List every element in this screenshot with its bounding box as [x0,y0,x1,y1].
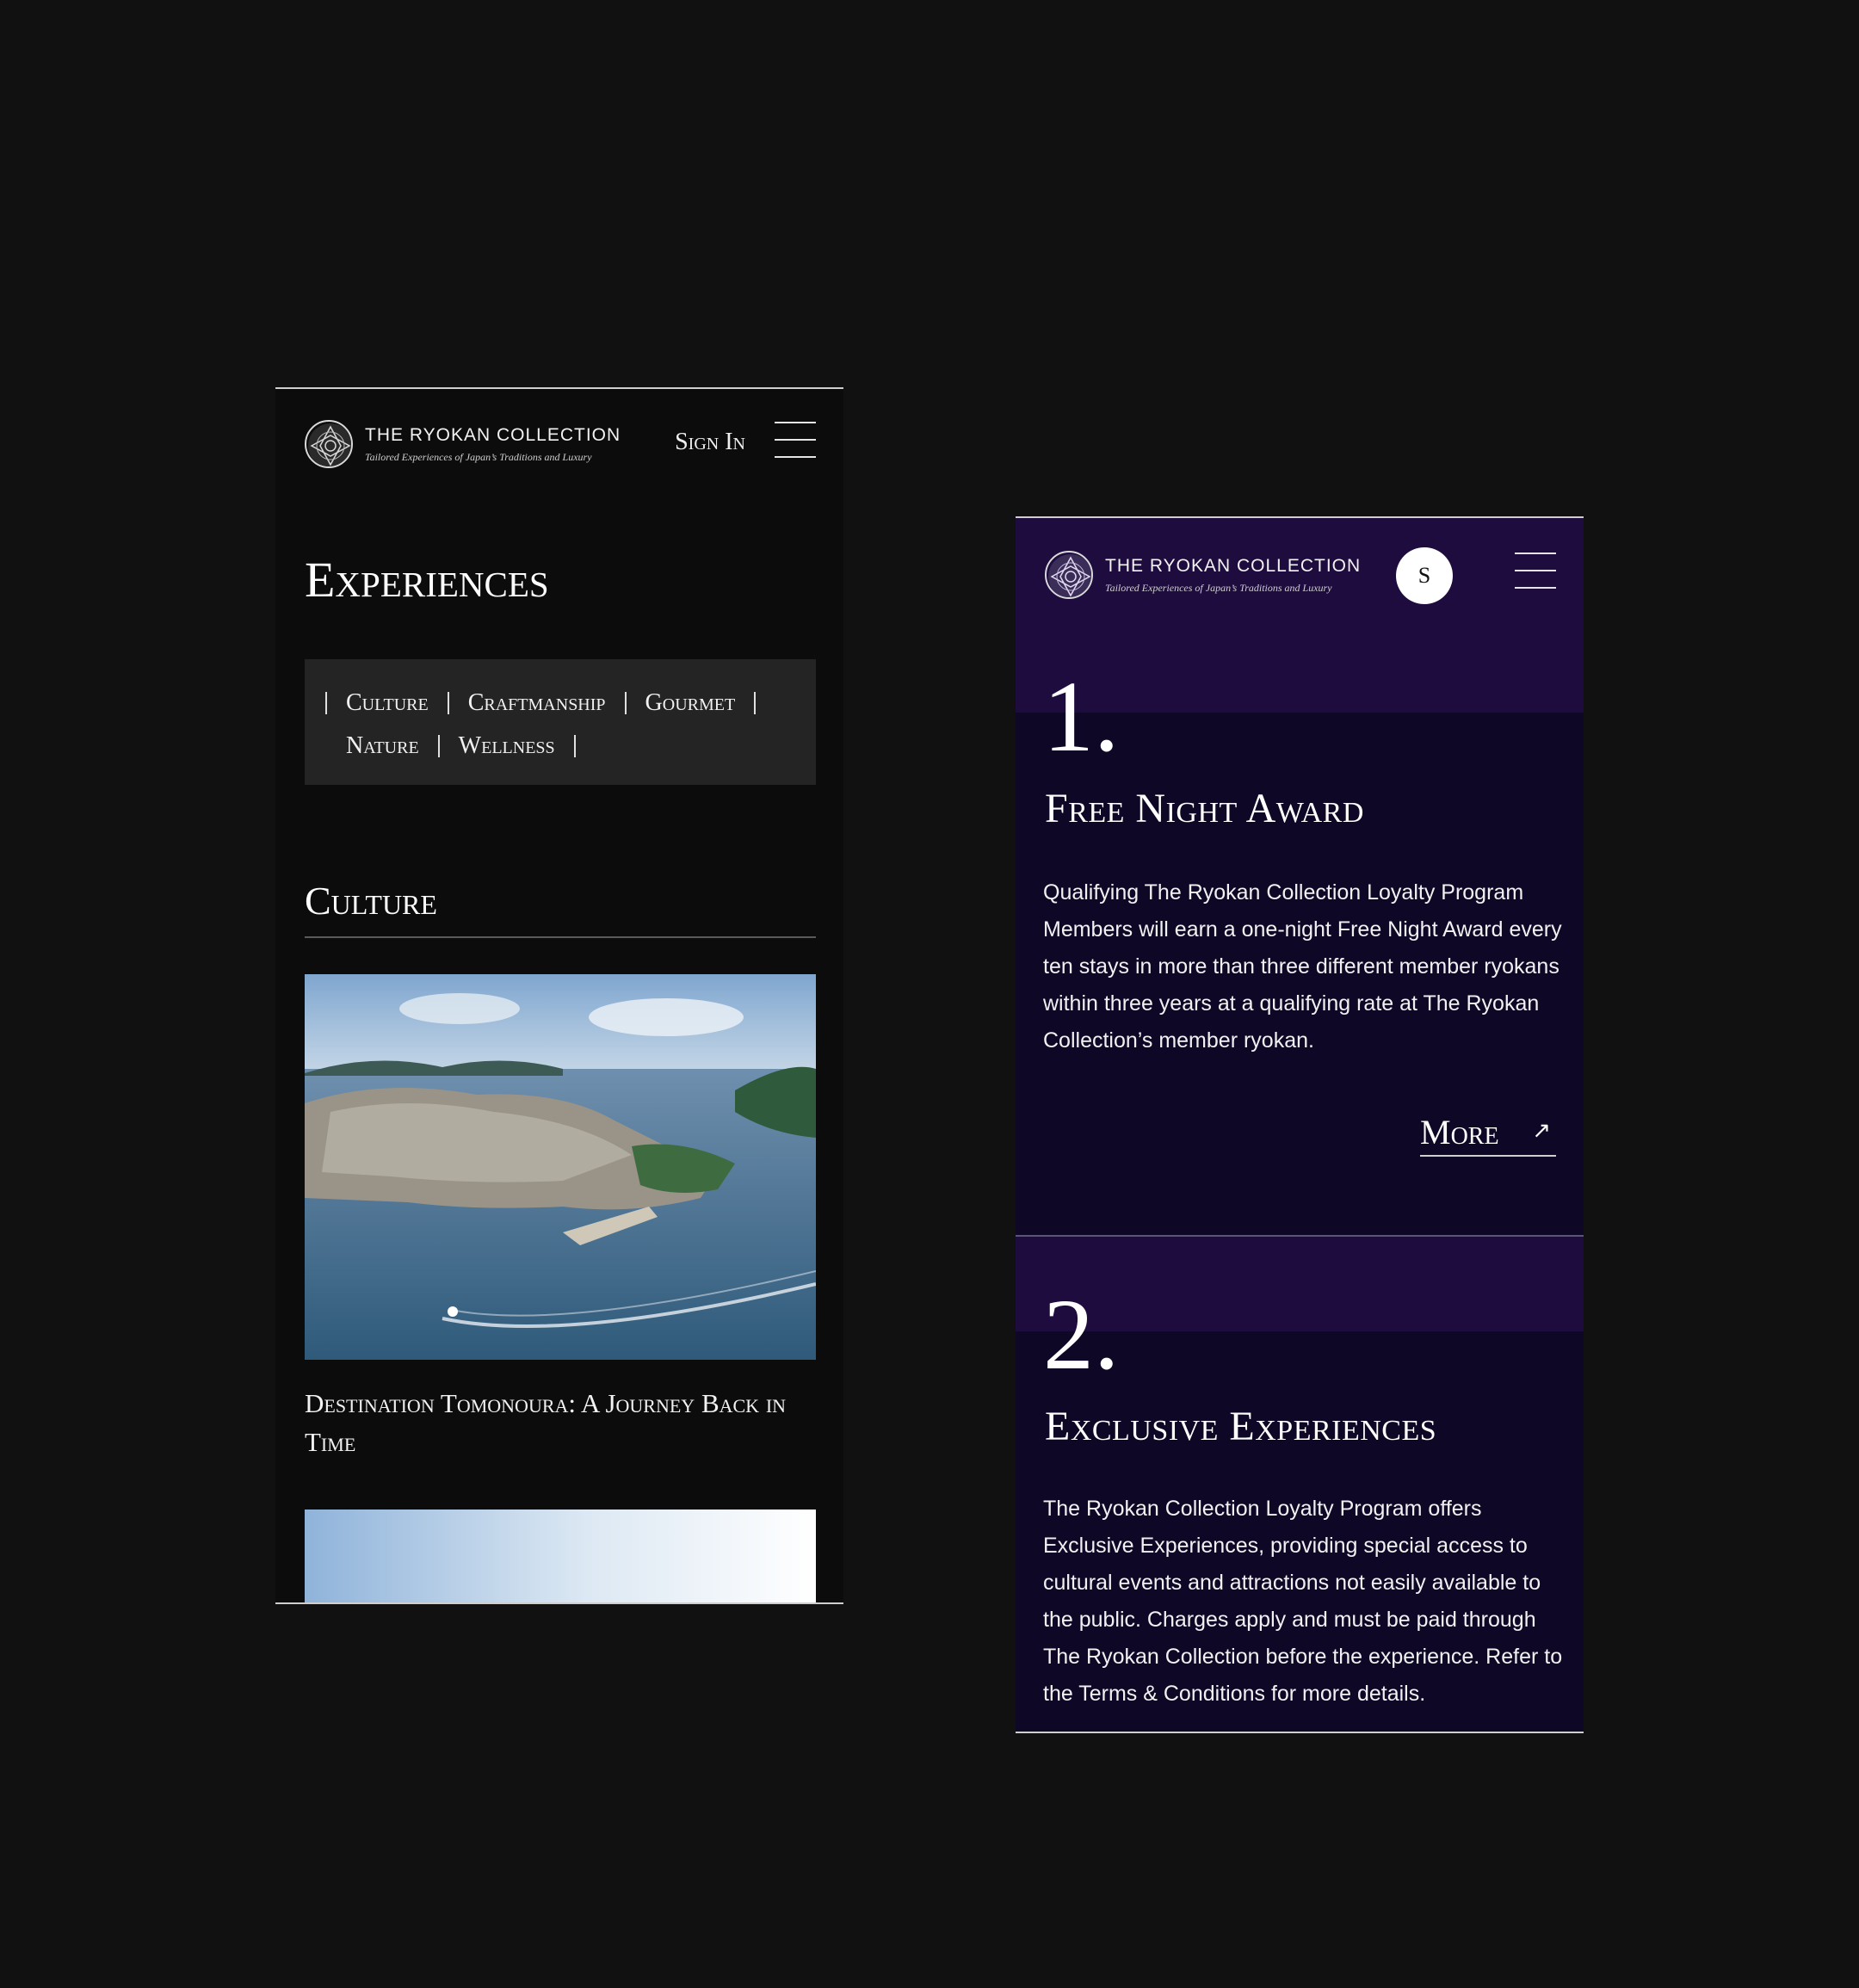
benefit-description: The Ryokan Collection Loyalty Program of… [1043,1497,1563,1706]
emblem-icon [305,420,353,468]
user-avatar[interactable]: S [1396,547,1453,604]
next-article-image[interactable] [305,1510,816,1604]
category-filter: Culture Craftmanship Gourmet Nature Well… [305,659,816,785]
category-wellness[interactable]: Wellness [459,732,555,760]
section-divider [305,936,816,938]
emblem-icon [1045,551,1093,599]
benefit-title: Free Night Award [1045,786,1364,831]
loyalty-benefits-screen: THE RYOKAN COLLECTION Tailored Experienc… [1016,516,1584,1733]
separator [437,735,440,757]
brand-logo[interactable]: THE RYOKAN COLLECTION Tailored Experienc… [305,420,621,468]
benefit-title: Exclusive Experiences [1045,1404,1437,1449]
menu-icon[interactable] [1515,551,1556,590]
benefit-number: 1. [1043,660,1120,773]
more-label: More [1420,1113,1499,1151]
category-row-1: Culture Craftmanship Gourmet [325,682,816,725]
category-gourmet[interactable]: Gourmet [645,689,736,717]
section-heading: Culture [305,879,437,923]
page-title: Experiences [305,552,549,608]
more-link[interactable]: More ↗ [1420,1112,1556,1157]
header: THE RYOKAN COLLECTION Tailored Experienc… [305,420,816,475]
category-nature[interactable]: Nature [346,732,419,760]
separator [624,692,627,714]
article-title[interactable]: Destination Tomonoura: A Journey Back in… [305,1384,816,1461]
brand-tagline: Tailored Experiences of Japan’s Traditio… [365,450,592,463]
separator [325,692,327,714]
article-image[interactable] [305,974,816,1360]
experiences-screen: THE RYOKAN COLLECTION Tailored Experienc… [275,387,843,1604]
category-craftmanship[interactable]: Craftmanship [468,689,606,717]
category-row-2: Nature Wellness [325,725,816,768]
brand-tagline: Tailored Experiences of Japan’s Traditio… [1105,581,1332,594]
separator [447,692,449,714]
category-culture[interactable]: Culture [346,689,429,717]
separator [573,735,576,757]
sign-in-link[interactable]: Sign In [675,429,745,456]
brand-name: THE RYOKAN COLLECTION [1105,555,1362,576]
menu-icon[interactable] [775,420,816,460]
brand-logo[interactable]: THE RYOKAN COLLECTION Tailored Experienc… [1045,551,1361,599]
brand-text: THE RYOKAN COLLECTION Tailored Experienc… [365,425,621,464]
external-arrow-icon: ↗ [1532,1117,1551,1143]
benefit-number: 2. [1043,1278,1120,1391]
brand-name: THE RYOKAN COLLECTION [365,424,621,445]
header: THE RYOKAN COLLECTION Tailored Experienc… [1045,551,1556,606]
separator [754,692,757,714]
brand-text: THE RYOKAN COLLECTION Tailored Experienc… [1105,556,1361,595]
benefit-description: Qualifying The Ryokan Collection Loyalty… [1043,880,1562,1053]
